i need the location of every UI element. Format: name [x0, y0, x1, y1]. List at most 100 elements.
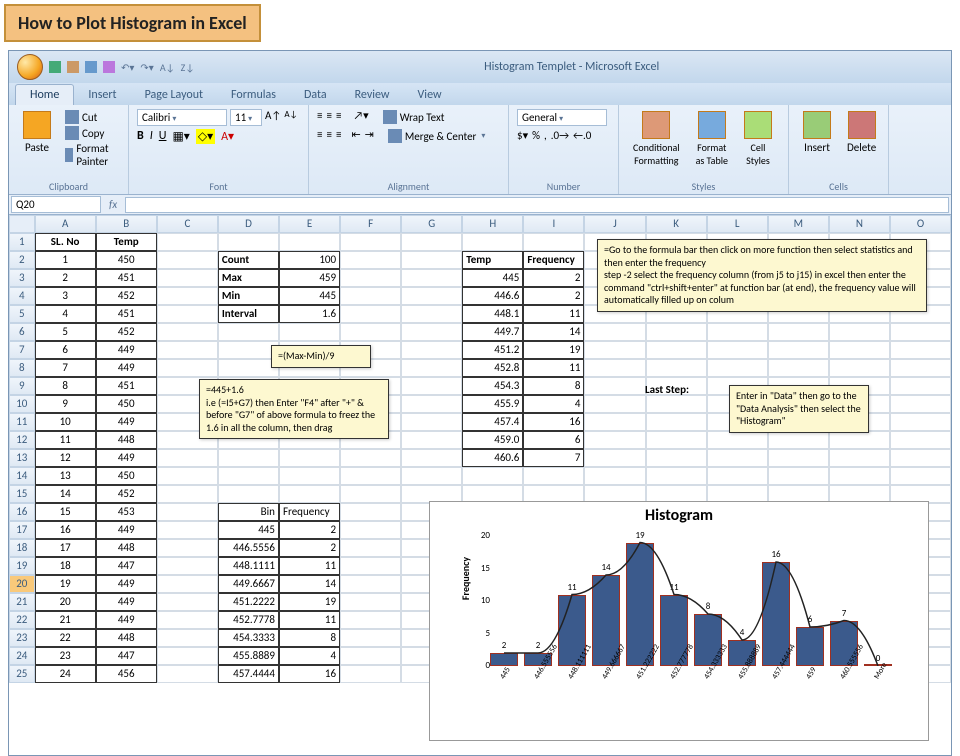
row-header-10[interactable]: 10	[9, 395, 35, 413]
cell-O7[interactable]	[890, 341, 951, 359]
cell-J11[interactable]	[584, 413, 645, 431]
cell-C16[interactable]	[157, 503, 218, 521]
new-icon[interactable]	[85, 61, 97, 73]
cell-F1[interactable]	[340, 233, 401, 251]
save-icon[interactable]	[49, 61, 61, 73]
shrink-font-icon[interactable]: A↓	[284, 109, 297, 126]
cell-H2[interactable]: Temp	[462, 251, 523, 269]
cell-O9[interactable]	[890, 377, 951, 395]
cell-A21[interactable]: 20	[35, 593, 96, 611]
orientation-icon[interactable]: ↗▾	[353, 109, 368, 125]
cell-G9[interactable]	[401, 377, 462, 395]
cell-G13[interactable]	[401, 449, 462, 467]
cell-F3[interactable]	[340, 269, 401, 287]
cell-E25[interactable]: 16	[279, 665, 340, 683]
cell-M14[interactable]	[768, 467, 829, 485]
cell-H14[interactable]	[462, 467, 523, 485]
row-header-1[interactable]: 1	[9, 233, 35, 251]
col-header-I[interactable]: I	[523, 215, 584, 233]
cell-D1[interactable]	[218, 233, 279, 251]
cell-I6[interactable]: 14	[523, 323, 584, 341]
cell-D2[interactable]: Count	[218, 251, 279, 269]
cell-D20[interactable]: 449.6667	[218, 575, 279, 593]
cell-E24[interactable]: 4	[279, 647, 340, 665]
cell-F18[interactable]	[340, 539, 401, 557]
cell-B10[interactable]: 450	[96, 395, 157, 413]
sort-desc-icon[interactable]: Z↓	[181, 61, 195, 74]
cell-C19[interactable]	[157, 557, 218, 575]
cell-G5[interactable]	[401, 305, 462, 323]
cell-D18[interactable]: 446.5556	[218, 539, 279, 557]
cell-I7[interactable]: 19	[523, 341, 584, 359]
cell-K14[interactable]	[646, 467, 707, 485]
sort-asc-icon[interactable]: A↓	[160, 61, 175, 74]
cell-I12[interactable]: 6	[523, 431, 584, 449]
cell-A18[interactable]: 17	[35, 539, 96, 557]
cell-A10[interactable]: 9	[35, 395, 96, 413]
cell-B14[interactable]: 450	[96, 467, 157, 485]
cell-H12[interactable]: 459.0	[462, 431, 523, 449]
cell-B11[interactable]: 449	[96, 413, 157, 431]
cell-B13[interactable]: 449	[96, 449, 157, 467]
cell-F25[interactable]	[340, 665, 401, 683]
cell-N13[interactable]	[829, 449, 890, 467]
col-header-M[interactable]: M	[768, 215, 829, 233]
cell-C13[interactable]	[157, 449, 218, 467]
cell-B20[interactable]: 449	[96, 575, 157, 593]
row-header-9[interactable]: 9	[9, 377, 35, 395]
cell-N12[interactable]	[829, 431, 890, 449]
cell-F24[interactable]	[340, 647, 401, 665]
cell-J9[interactable]	[584, 377, 645, 395]
cell-A22[interactable]: 21	[35, 611, 96, 629]
cell-F22[interactable]	[340, 611, 401, 629]
cell-G8[interactable]	[401, 359, 462, 377]
col-header-O[interactable]: O	[890, 215, 951, 233]
paste-button[interactable]: Paste	[17, 109, 57, 156]
cell-I8[interactable]: 11	[523, 359, 584, 377]
cell-A5[interactable]: 4	[35, 305, 96, 323]
cell-D21[interactable]: 451.2222	[218, 593, 279, 611]
cell-D4[interactable]: Min	[218, 287, 279, 305]
row-header-7[interactable]: 7	[9, 341, 35, 359]
cell-C8[interactable]	[157, 359, 218, 377]
align-bot-icon[interactable]: ≡	[336, 109, 341, 125]
insert-cells-button[interactable]: Insert	[797, 109, 837, 156]
cell-F2[interactable]	[340, 251, 401, 269]
cell-E15[interactable]	[279, 485, 340, 503]
align-top-icon[interactable]: ≡	[317, 109, 322, 125]
row-header-20[interactable]: 20	[9, 575, 35, 593]
cell-D25[interactable]: 457.4444	[218, 665, 279, 683]
cell-J13[interactable]	[584, 449, 645, 467]
cell-D22[interactable]: 452.7778	[218, 611, 279, 629]
cell-L13[interactable]	[707, 449, 768, 467]
cell-G6[interactable]	[401, 323, 462, 341]
cell-I14[interactable]	[523, 467, 584, 485]
cell-O8[interactable]	[890, 359, 951, 377]
col-header-E[interactable]: E	[279, 215, 340, 233]
conditional-formatting-button[interactable]: Conditional Formatting	[627, 109, 686, 169]
cell-A15[interactable]: 14	[35, 485, 96, 503]
col-header-F[interactable]: F	[340, 215, 401, 233]
row-header-4[interactable]: 4	[9, 287, 35, 305]
cell-I3[interactable]: 2	[523, 269, 584, 287]
col-header-K[interactable]: K	[646, 215, 707, 233]
cell-D16[interactable]: Bin	[218, 503, 279, 521]
cell-G1[interactable]	[401, 233, 462, 251]
cell-D23[interactable]: 454.3333	[218, 629, 279, 647]
font-color-button[interactable]: A▾	[221, 129, 234, 144]
cell-I5[interactable]: 11	[523, 305, 584, 323]
col-header-D[interactable]: D	[218, 215, 279, 233]
cell-M7[interactable]	[768, 341, 829, 359]
cell-N6[interactable]	[829, 323, 890, 341]
cell-C3[interactable]	[157, 269, 218, 287]
cell-G7[interactable]	[401, 341, 462, 359]
cell-D5[interactable]: Interval	[218, 305, 279, 323]
cell-D15[interactable]	[218, 485, 279, 503]
cell-J12[interactable]	[584, 431, 645, 449]
cell-B25[interactable]: 456	[96, 665, 157, 683]
cell-C24[interactable]	[157, 647, 218, 665]
row-header-15[interactable]: 15	[9, 485, 35, 503]
cell-B8[interactable]: 449	[96, 359, 157, 377]
cell-F14[interactable]	[340, 467, 401, 485]
cell-H9[interactable]: 454.3	[462, 377, 523, 395]
